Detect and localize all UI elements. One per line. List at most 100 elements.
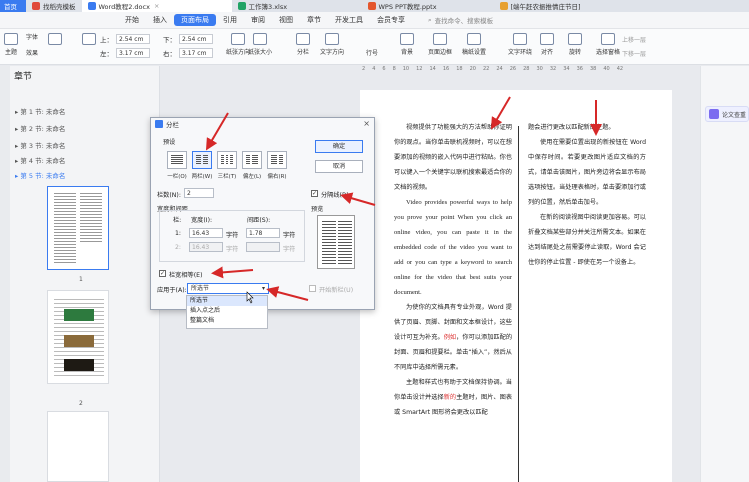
- tab-festival[interactable]: [端午赶农振推情庄节日]: [494, 0, 587, 12]
- tab-label: [端午赶农振推情庄节日]: [510, 3, 581, 11]
- page-thumbnail-2[interactable]: [47, 290, 109, 384]
- row-number: 2:: [175, 244, 182, 251]
- button-label: 文字环绕: [508, 49, 533, 56]
- menu-member[interactable]: 会员专享: [370, 15, 412, 25]
- tab-home[interactable]: 首页: [0, 0, 26, 12]
- close-icon[interactable]: ×: [363, 119, 370, 128]
- col1-spacing-input[interactable]: 1.78: [246, 228, 280, 238]
- right-margin-input[interactable]: 3.17 cm: [179, 48, 213, 58]
- page-thumbnail-3[interactable]: [47, 411, 109, 482]
- col1-width-input[interactable]: 16.43: [189, 228, 223, 238]
- column-separator: [518, 126, 519, 482]
- font-button[interactable]: 字体: [26, 32, 38, 41]
- line-number-button[interactable]: 行号: [366, 48, 378, 57]
- preset-three[interactable]: [217, 151, 237, 169]
- send-backward-button[interactable]: 下移一层: [622, 49, 646, 58]
- chapter-label: 第 2 节: 未命名: [20, 125, 66, 133]
- orientation-button[interactable]: 纸张方向: [226, 33, 250, 56]
- preset-two[interactable]: [192, 151, 212, 169]
- preset-right[interactable]: [267, 151, 287, 169]
- tab-template[interactable]: 找稻壳模板: [26, 0, 82, 12]
- tab-word-doc[interactable]: Word教程2.docx ×: [81, 0, 232, 12]
- equal-width-checkbox[interactable]: ✓: [159, 270, 166, 277]
- thumb-image: [64, 309, 94, 321]
- dropdown-option[interactable]: 整篇文档: [187, 316, 267, 326]
- page-border-icon: [433, 33, 447, 45]
- label: 上：: [100, 36, 113, 44]
- tab-label: 工作簿3.xlsx: [248, 3, 288, 11]
- apply-to-select[interactable]: 所选节 ▾: [187, 283, 269, 294]
- menu-insert[interactable]: 插入: [146, 15, 174, 25]
- left-margin-input[interactable]: 3.17 cm: [116, 48, 150, 58]
- chapter-item-2[interactable]: ▸ 第 2 节: 未命名: [15, 123, 65, 133]
- bottom-margin-input[interactable]: 2.54 cm: [179, 34, 213, 44]
- columns-button[interactable]: 分栏: [296, 33, 310, 56]
- spacing-header: 间距(S):: [247, 217, 271, 224]
- align-button[interactable]: 对齐: [540, 33, 554, 56]
- columns-count-label: 栏数(N):: [157, 192, 181, 199]
- menu-references[interactable]: 引用: [216, 15, 244, 25]
- tab-excel[interactable]: 工作簿3.xlsx: [232, 0, 362, 12]
- menu-developer[interactable]: 开发工具: [328, 15, 370, 25]
- paragraph: 题会进行更改以匹配新的主题。: [528, 124, 615, 131]
- manuscript-button[interactable]: 稿纸设置: [462, 33, 486, 56]
- size-button[interactable]: 纸张大小: [248, 33, 272, 56]
- right-rail: 论文查重: [700, 66, 749, 482]
- page-thumbnail-1[interactable]: [47, 186, 109, 270]
- unit-select[interactable]: 字符: [283, 230, 295, 239]
- background-button[interactable]: 背景: [400, 33, 414, 56]
- menu-review[interactable]: 审阅: [244, 15, 272, 25]
- page-number: 2: [79, 400, 83, 407]
- document-page[interactable]: 视频提供了功能强大的方法帮助你证明你的观点。当你单击联机视频时，可以在想要添加的…: [360, 90, 672, 482]
- thumb-text: [54, 193, 76, 263]
- close-icon[interactable]: ×: [154, 2, 159, 10]
- ruler-tick: 6: [382, 66, 386, 72]
- preset-left[interactable]: [242, 151, 262, 169]
- word-icon: [87, 2, 96, 10]
- menu-view[interactable]: 视图: [272, 15, 300, 25]
- chapter-item-1[interactable]: ▸ 第 1 节: 未命名: [15, 106, 65, 116]
- theme-button[interactable]: 主题: [4, 33, 18, 56]
- chapter-item-5[interactable]: ▸ 第 5 节: 未命名: [15, 170, 65, 180]
- chapter-item-4[interactable]: ▸ 第 4 节: 未命名: [15, 155, 65, 165]
- separator-checkbox[interactable]: ✓: [311, 190, 318, 197]
- chapter-item-3[interactable]: ▸ 第 3 节: 未命名: [15, 140, 65, 150]
- tab-label: 找稻壳模板: [43, 3, 76, 11]
- paragraph: 在新的阅读视图中阅读更加容易。可以折叠文档某些部分并关注所需文本。如果在达到结尾…: [528, 214, 646, 266]
- label: 左：: [100, 50, 113, 58]
- rotate-button[interactable]: 旋转: [568, 33, 582, 56]
- menu-chapter[interactable]: 章节: [300, 15, 328, 25]
- button-label: 纸张大小: [248, 49, 273, 56]
- paper-check-button[interactable]: 论文查重: [705, 106, 749, 122]
- top-margin-input[interactable]: 2.54 cm: [116, 34, 150, 44]
- unit-select[interactable]: 字符: [226, 230, 238, 239]
- dropdown-option[interactable]: 所选节: [187, 296, 267, 306]
- bring-forward-button[interactable]: 上移一层: [622, 35, 646, 44]
- dropdown-option[interactable]: 插入点之后: [187, 306, 267, 316]
- tab-ppt[interactable]: WPS PPT教程.pptx: [362, 0, 494, 12]
- page-number: 1: [79, 276, 83, 283]
- doc-style-button[interactable]: [48, 33, 62, 47]
- paragraph: Video provides powerful ways to help you…: [394, 199, 512, 296]
- page-border-button[interactable]: 页面边框: [428, 33, 452, 56]
- cancel-button[interactable]: 取消: [315, 160, 363, 173]
- text-direction-button[interactable]: 文字方向: [320, 33, 344, 56]
- selection-pane-button[interactable]: 选择窗格: [596, 33, 620, 56]
- columns-dialog: 分栏 × 预设 一栏(O) 两栏(W) 三栏(T) 偏左(L) 偏右(R) 确定…: [150, 117, 375, 310]
- margins-button[interactable]: [82, 33, 96, 47]
- wrap-button[interactable]: 文字环绕: [508, 33, 532, 56]
- thumb-image: [64, 359, 94, 371]
- search-box[interactable]: ⌕ 查找命令、搜索模板: [428, 15, 493, 26]
- effect-button[interactable]: 效果: [26, 48, 38, 57]
- columns-count-input[interactable]: 2: [184, 188, 214, 198]
- ruler-tick: 22: [483, 66, 490, 72]
- label: 右：: [163, 50, 176, 58]
- button-label: 分栏: [296, 49, 309, 56]
- preset-one[interactable]: [167, 151, 187, 169]
- ruler-tick: 10: [402, 66, 410, 72]
- menu-start[interactable]: 开始: [118, 15, 146, 25]
- ok-button[interactable]: 确定: [315, 140, 363, 153]
- separator-label: 分隔线(B): [321, 192, 349, 199]
- menu-page-layout[interactable]: 页面布局: [174, 14, 216, 26]
- button-label: 下移一层: [622, 51, 647, 58]
